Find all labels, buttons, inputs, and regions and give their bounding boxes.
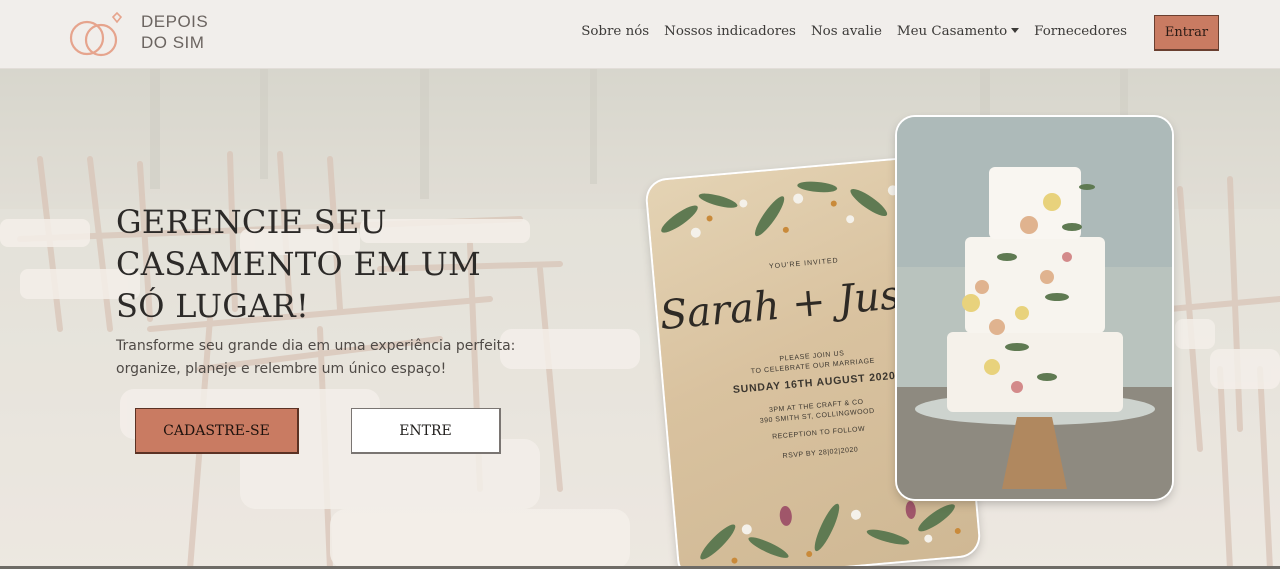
nav-link-nos-avalie[interactable]: Nos avalie [811,24,882,39]
nav-link-nossos-indicadores[interactable]: Nossos indicadores [664,24,796,39]
brand-name: DEPOIS DO SIM [141,11,208,53]
login-button[interactable]: Entrar [1154,15,1219,51]
nav-dropdown-label: Meu Casamento [896,24,1008,39]
brand-logo[interactable]: DEPOIS DO SIM [63,8,223,60]
hero-section: GERENCIE SEU CASAMENTO EM UM SÓ LUGAR! T… [0,69,1280,569]
brand-name-line2: DO SIM [141,33,205,52]
nav-dropdown-meu-casamento[interactable]: Meu Casamento [896,24,1020,39]
navbar: DEPOIS DO SIM Sobre nós Nossos indicador… [0,0,1280,69]
hero-subtitle: Transforme seu grande dia em uma experiê… [116,338,516,377]
enter-button[interactable]: ENTRE [351,408,501,454]
signup-button[interactable]: CADASTRE-SE [135,408,299,454]
brand-name-line1: DEPOIS [141,12,209,31]
nav-link-sobre-nos[interactable]: Sobre nós [581,24,649,39]
wedding-cake-image [897,117,1172,499]
nav-links: Sobre nós Nossos indicadores Nos avalie … [581,24,1127,39]
nav-link-fornecedores[interactable]: Fornecedores [1034,24,1127,39]
cake-illustration [897,117,1172,499]
rings-logo-icon [69,11,123,57]
hero-title: GERENCIE SEU CASAMENTO EM UM SÓ LUGAR! [116,203,482,325]
caret-down-icon [1011,28,1020,33]
